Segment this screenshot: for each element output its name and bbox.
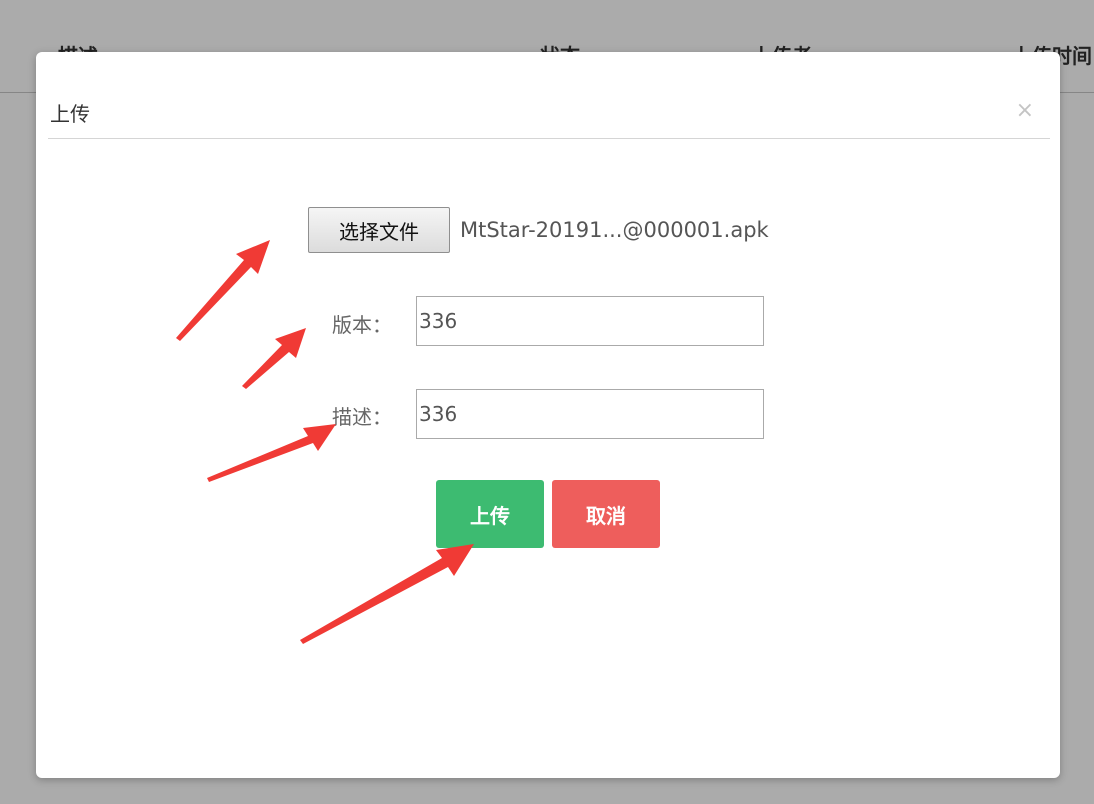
- version-label: 版本：: [332, 313, 392, 337]
- version-input[interactable]: [416, 296, 764, 346]
- dialog-title: 上传: [50, 102, 90, 126]
- description-input[interactable]: [416, 389, 764, 439]
- selected-file-name: MtStar-20191...@000001.apk: [460, 218, 769, 242]
- upload-button[interactable]: 上传: [436, 480, 544, 548]
- close-icon[interactable]: ×: [1016, 100, 1034, 122]
- description-label: 描述：: [332, 405, 392, 429]
- dialog-header: 上传 ×: [48, 52, 1050, 139]
- cancel-button[interactable]: 取消: [552, 480, 660, 548]
- upload-dialog: 上传 × 选择文件 MtStar-20191...@000001.apk 版本：…: [36, 52, 1060, 778]
- choose-file-button[interactable]: 选择文件: [308, 207, 450, 253]
